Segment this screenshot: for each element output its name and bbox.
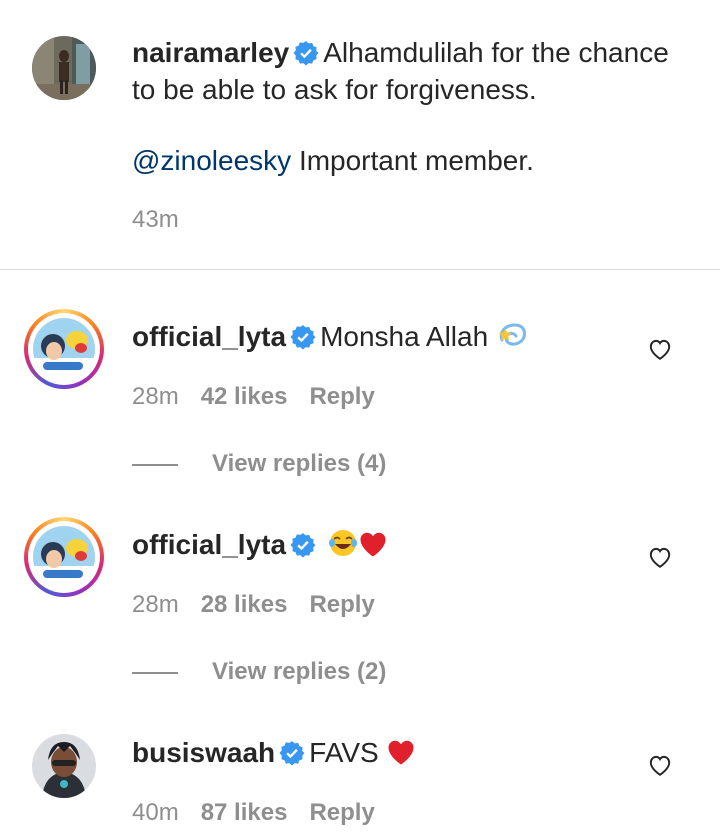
avatar-official-lyta: [33, 318, 95, 380]
story-ring[interactable]: [24, 309, 104, 389]
comments-page: nairamarley Alhamdulilah for the chance t…: [0, 0, 720, 833]
story-ring[interactable]: [24, 517, 104, 597]
comment-body: Monsha Allah: [320, 321, 496, 352]
comment-meta: 28m 28 likes Reply: [132, 591, 397, 619]
reply-button[interactable]: Reply: [309, 591, 374, 618]
avatar-busiswaah[interactable]: [32, 734, 96, 798]
likes-count[interactable]: 87 likes: [201, 799, 288, 826]
comment-timestamp: 40m: [132, 799, 179, 826]
view-replies-label: View replies (2): [212, 658, 387, 685]
caption-divider: [0, 269, 720, 270]
heart-outline-icon[interactable]: [647, 544, 673, 570]
caption-line-2: to be able to ask for forgiveness.: [132, 74, 537, 105]
avatar-nairamarley[interactable]: [32, 36, 96, 100]
comment-username[interactable]: busiswaah: [132, 737, 275, 768]
caption-line-3: @zinoleesky Important member.: [132, 142, 692, 179]
comment-meta: 40m 87 likes Reply: [132, 799, 397, 827]
likes-count[interactable]: 42 likes: [201, 383, 288, 410]
mention-link[interactable]: @zinoleesky: [132, 145, 291, 176]
comment-timestamp: 28m: [132, 383, 179, 410]
caption-line-3-text: Important member.: [298, 145, 534, 176]
verified-badge-icon: [293, 41, 319, 66]
comment-timestamp: 28m: [132, 591, 179, 618]
caption-timestamp: 43m: [132, 206, 179, 233]
replies-divider-line: [132, 671, 178, 674]
verified-badge-icon: [290, 533, 316, 558]
red-heart-emoji-icon: [360, 532, 386, 557]
caption-text: nairamarley Alhamdulilah for the chance t…: [132, 34, 692, 179]
replies-divider-line: [132, 463, 178, 466]
red-heart-emoji-icon: [388, 740, 414, 765]
comment-text: official_lyta Monsha Allah: [132, 318, 528, 355]
comment-text: official_lyta: [132, 526, 388, 563]
reply-button[interactable]: Reply: [309, 383, 374, 410]
joy-emoji-icon: [328, 530, 357, 556]
comment-body: FAVS: [309, 737, 387, 768]
caption-username[interactable]: nairamarley: [132, 37, 289, 68]
heart-outline-icon[interactable]: [647, 336, 673, 362]
reply-button[interactable]: Reply: [309, 799, 374, 826]
view-replies-button[interactable]: View replies (2): [132, 658, 386, 686]
heart-outline-icon[interactable]: [647, 752, 673, 778]
verified-badge-icon: [279, 741, 305, 766]
likes-count[interactable]: 28 likes: [201, 591, 288, 618]
view-replies-button[interactable]: View replies (4): [132, 450, 386, 478]
post-caption: nairamarley Alhamdulilah for the chance t…: [0, 0, 720, 270]
caption-line-1: Alhamdulilah for the chance: [323, 37, 669, 68]
view-replies-label: View replies (4): [212, 450, 387, 477]
comment-meta: 28m 42 likes Reply: [132, 383, 397, 411]
verified-badge-icon: [290, 325, 316, 350]
comment-username[interactable]: official_lyta: [132, 321, 286, 352]
comment-username[interactable]: official_lyta: [132, 529, 286, 560]
dizzy-emoji-icon: [498, 323, 526, 346]
avatar-official-lyta: [33, 526, 95, 588]
comment-text: busiswaah FAVS: [132, 734, 416, 771]
